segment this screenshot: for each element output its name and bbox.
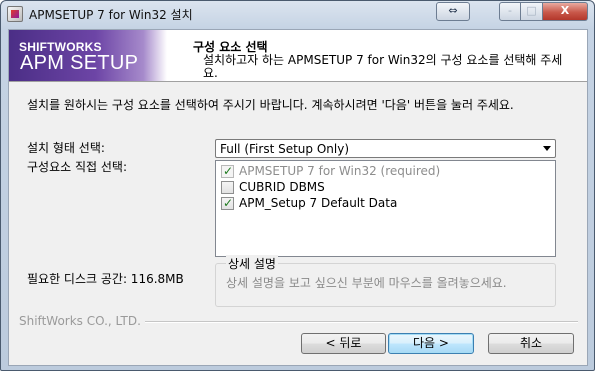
component-label[interactable]: CUBRID DBMS xyxy=(239,180,325,194)
install-type-label: 설치 형태 선택: xyxy=(27,141,105,155)
footer-branding: ShiftWorks CO., LTD. xyxy=(9,314,587,328)
minimize-button[interactable]: - xyxy=(499,2,521,21)
description-group: 상세 설명 상세 설명을 보고 싶으신 부분에 마우스를 올려놓으세요. xyxy=(215,255,556,307)
title-bar[interactable]: APMSETUP 7 for Win32 설치 ⇔ - □ X xyxy=(1,1,594,27)
instruction-text: 설치를 원하시는 구성 요소를 선택하여 주시기 바랍니다. 계속하시려면 '다… xyxy=(27,98,514,112)
component-checkbox-cubrid[interactable] xyxy=(221,181,234,194)
close-button[interactable]: X xyxy=(543,2,588,21)
separator-line xyxy=(144,321,578,323)
component-label[interactable]: APM_Setup 7 Default Data xyxy=(239,196,397,210)
components-list[interactable]: ✓ APMSETUP 7 for Win32 (required) CUBRID… xyxy=(215,160,556,257)
description-text: 상세 설명을 보고 싶으신 부분에 마우스를 올려놓으세요. xyxy=(226,276,507,290)
components-label: 구성요소 직접 선택: xyxy=(27,160,127,174)
restore-arrows-icon[interactable]: ⇔ xyxy=(436,2,470,21)
next-button[interactable]: 다음 > xyxy=(388,333,474,354)
disk-space-required: 필요한 디스크 공간: 116.8MB xyxy=(27,272,184,286)
company-name: ShiftWorks CO., LTD. xyxy=(19,314,145,328)
checkmark-icon: ✓ xyxy=(222,196,234,210)
maximize-button[interactable]: □ xyxy=(521,2,543,21)
component-checkbox-default-data[interactable]: ✓ xyxy=(221,196,234,210)
installer-window: APMSETUP 7 for Win32 설치 ⇔ - □ X SHIFTWOR… xyxy=(0,0,595,371)
dialog-client-area: SHIFTWORKS APM SETUP 구성 요소 선택 설치하고자 하는 A… xyxy=(8,29,588,366)
cancel-button[interactable]: 취소 xyxy=(488,333,574,354)
wizard-header: SHIFTWORKS APM SETUP 구성 요소 선택 설치하고자 하는 A… xyxy=(9,30,587,82)
component-checkbox-apmsetup: ✓ xyxy=(221,164,234,178)
page-description: 설치하고자 하는 APMSETUP 7 for Win32의 구성 요소를 선택… xyxy=(203,53,563,80)
brand-banner: SHIFTWORKS APM SETUP xyxy=(9,30,167,81)
back-button[interactable]: < 뒤로 xyxy=(301,333,386,354)
install-type-value: Full (First Setup Only) xyxy=(220,142,349,156)
component-label: APMSETUP 7 for Win32 (required) xyxy=(239,164,441,178)
description-title: 상세 설명 xyxy=(226,255,278,272)
install-type-select[interactable]: Full (First Setup Only) xyxy=(215,139,556,158)
brand-logo-text: APM SETUP xyxy=(20,52,139,74)
window-title: APMSETUP 7 for Win32 설치 xyxy=(29,8,193,22)
checkmark-icon: ✓ xyxy=(222,164,234,178)
chevron-down-icon[interactable] xyxy=(543,146,551,151)
app-icon[interactable] xyxy=(7,6,23,22)
